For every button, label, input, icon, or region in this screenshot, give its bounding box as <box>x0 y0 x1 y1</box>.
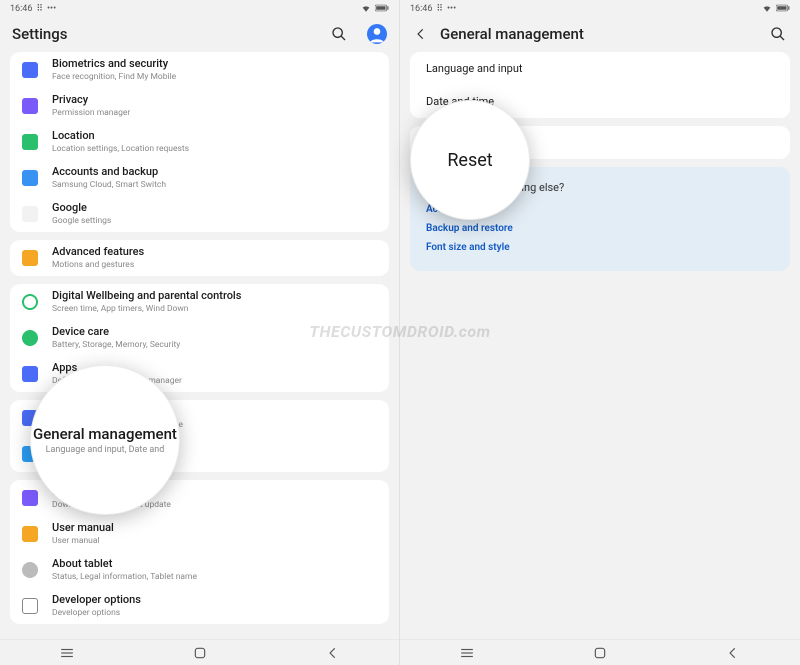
item-title: About tablet <box>52 557 377 571</box>
status-bar: 16:46 ⠿ ••• <box>400 0 800 18</box>
settings-item[interactable]: LocationLocation settings, Location requ… <box>10 124 389 160</box>
location-icon <box>22 134 38 150</box>
page-title: General management <box>440 25 584 43</box>
item-subtitle: Permission manager <box>52 108 377 119</box>
status-bar: 16:46 ⠿ ••• <box>0 0 399 18</box>
more-icon: ••• <box>447 4 456 14</box>
suggestion-font[interactable]: Font size and style <box>426 242 774 253</box>
status-time: 16:46 <box>10 4 32 14</box>
settings-group: Advanced featuresMotions and gestures <box>10 240 389 276</box>
nav-recents[interactable] <box>447 646 487 660</box>
nav-recents[interactable] <box>47 646 87 660</box>
app-grid-icon: ⠿ <box>436 4 443 14</box>
page-title: Settings <box>12 25 68 43</box>
search-icon[interactable] <box>768 24 788 44</box>
dev-icon <box>22 598 38 614</box>
item-title: Biometrics and security <box>52 57 377 71</box>
settings-screen: 16:46 ⠿ ••• Settings Biom <box>0 0 400 665</box>
magnifier-reset: Reset <box>410 100 530 220</box>
item-title: Developer options <box>52 593 377 607</box>
wifi-icon <box>762 3 772 16</box>
privacy-icon <box>22 98 38 114</box>
header: Settings <box>0 18 399 52</box>
item-title: Privacy <box>52 93 377 107</box>
apps-icon <box>22 366 38 382</box>
item-subtitle: Status, Legal information, Tablet name <box>52 572 377 583</box>
settings-item[interactable]: GoogleGoogle settings <box>10 196 389 232</box>
wifi-icon <box>361 3 371 16</box>
status-time: 16:46 <box>410 4 432 14</box>
settings-item[interactable]: Biometrics and securityFace recognition,… <box>10 52 389 88</box>
nav-bar <box>0 639 399 665</box>
settings-item[interactable]: Accounts and backupSamsung Cloud, Smart … <box>10 160 389 196</box>
item-title: User manual <box>52 521 377 535</box>
google-icon <box>22 206 38 222</box>
suggestion-backup[interactable]: Backup and restore <box>426 223 774 234</box>
account-icon[interactable] <box>367 24 387 44</box>
nav-back[interactable] <box>713 646 753 660</box>
settings-item[interactable]: Developer optionsDeveloper options <box>10 588 389 624</box>
gm-item-language[interactable]: Language and input <box>410 52 790 85</box>
magnifier-title: General management <box>33 425 177 443</box>
item-subtitle: Google settings <box>52 216 377 227</box>
manual-icon <box>22 526 38 542</box>
item-title: Accounts and backup <box>52 165 377 179</box>
item-subtitle: Developer options <box>52 608 377 619</box>
battery-icon <box>375 3 389 16</box>
update-icon <box>22 490 38 506</box>
back-button[interactable] <box>412 25 430 43</box>
item-title: Advanced features <box>52 245 377 259</box>
item-subtitle: Battery, Storage, Memory, Security <box>52 340 377 351</box>
nav-home[interactable] <box>180 646 220 660</box>
wellbeing-icon <box>22 294 38 310</box>
accounts-icon <box>22 170 38 186</box>
nav-back[interactable] <box>313 646 353 660</box>
settings-list: Biometrics and securityFace recognition,… <box>0 52 399 639</box>
item-title: Digital Wellbeing and parental controls <box>52 289 377 303</box>
app-grid-icon: ⠿ <box>36 4 43 14</box>
settings-item[interactable]: Advanced featuresMotions and gestures <box>10 240 389 276</box>
settings-item[interactable]: Digital Wellbeing and parental controlsS… <box>10 284 389 320</box>
device-icon <box>22 330 38 346</box>
advanced-icon <box>22 250 38 266</box>
search-icon[interactable] <box>329 24 349 44</box>
item-subtitle: Screen time, App timers, Wind Down <box>52 304 377 315</box>
item-title: Location <box>52 129 377 143</box>
item-subtitle: Face recognition, Find My Mobile <box>52 72 377 83</box>
magnifier-title: Reset <box>447 150 492 171</box>
item-subtitle: Location settings, Location requests <box>52 144 377 155</box>
item-title: Device care <box>52 325 377 339</box>
settings-item[interactable]: Device careBattery, Storage, Memory, Sec… <box>10 320 389 356</box>
settings-item[interactable]: User manualUser manual <box>10 516 389 552</box>
magnifier-general-management: General management Language and input, D… <box>30 365 180 515</box>
settings-group: Biometrics and securityFace recognition,… <box>10 52 389 232</box>
item-subtitle: User manual <box>52 536 377 547</box>
settings-item[interactable]: About tabletStatus, Legal information, T… <box>10 552 389 588</box>
nav-home[interactable] <box>580 646 620 660</box>
item-subtitle: Motions and gestures <box>52 260 377 271</box>
battery-icon <box>776 3 790 16</box>
nav-bar <box>400 639 800 665</box>
item-title: Google <box>52 201 377 215</box>
header: General management <box>400 18 800 52</box>
more-icon: ••• <box>47 4 56 14</box>
magnifier-sub: Language and input, Date and <box>46 445 165 455</box>
about-icon <box>22 562 38 578</box>
shield-icon <box>22 62 38 78</box>
settings-item[interactable]: PrivacyPermission manager <box>10 88 389 124</box>
item-subtitle: Samsung Cloud, Smart Switch <box>52 180 377 191</box>
